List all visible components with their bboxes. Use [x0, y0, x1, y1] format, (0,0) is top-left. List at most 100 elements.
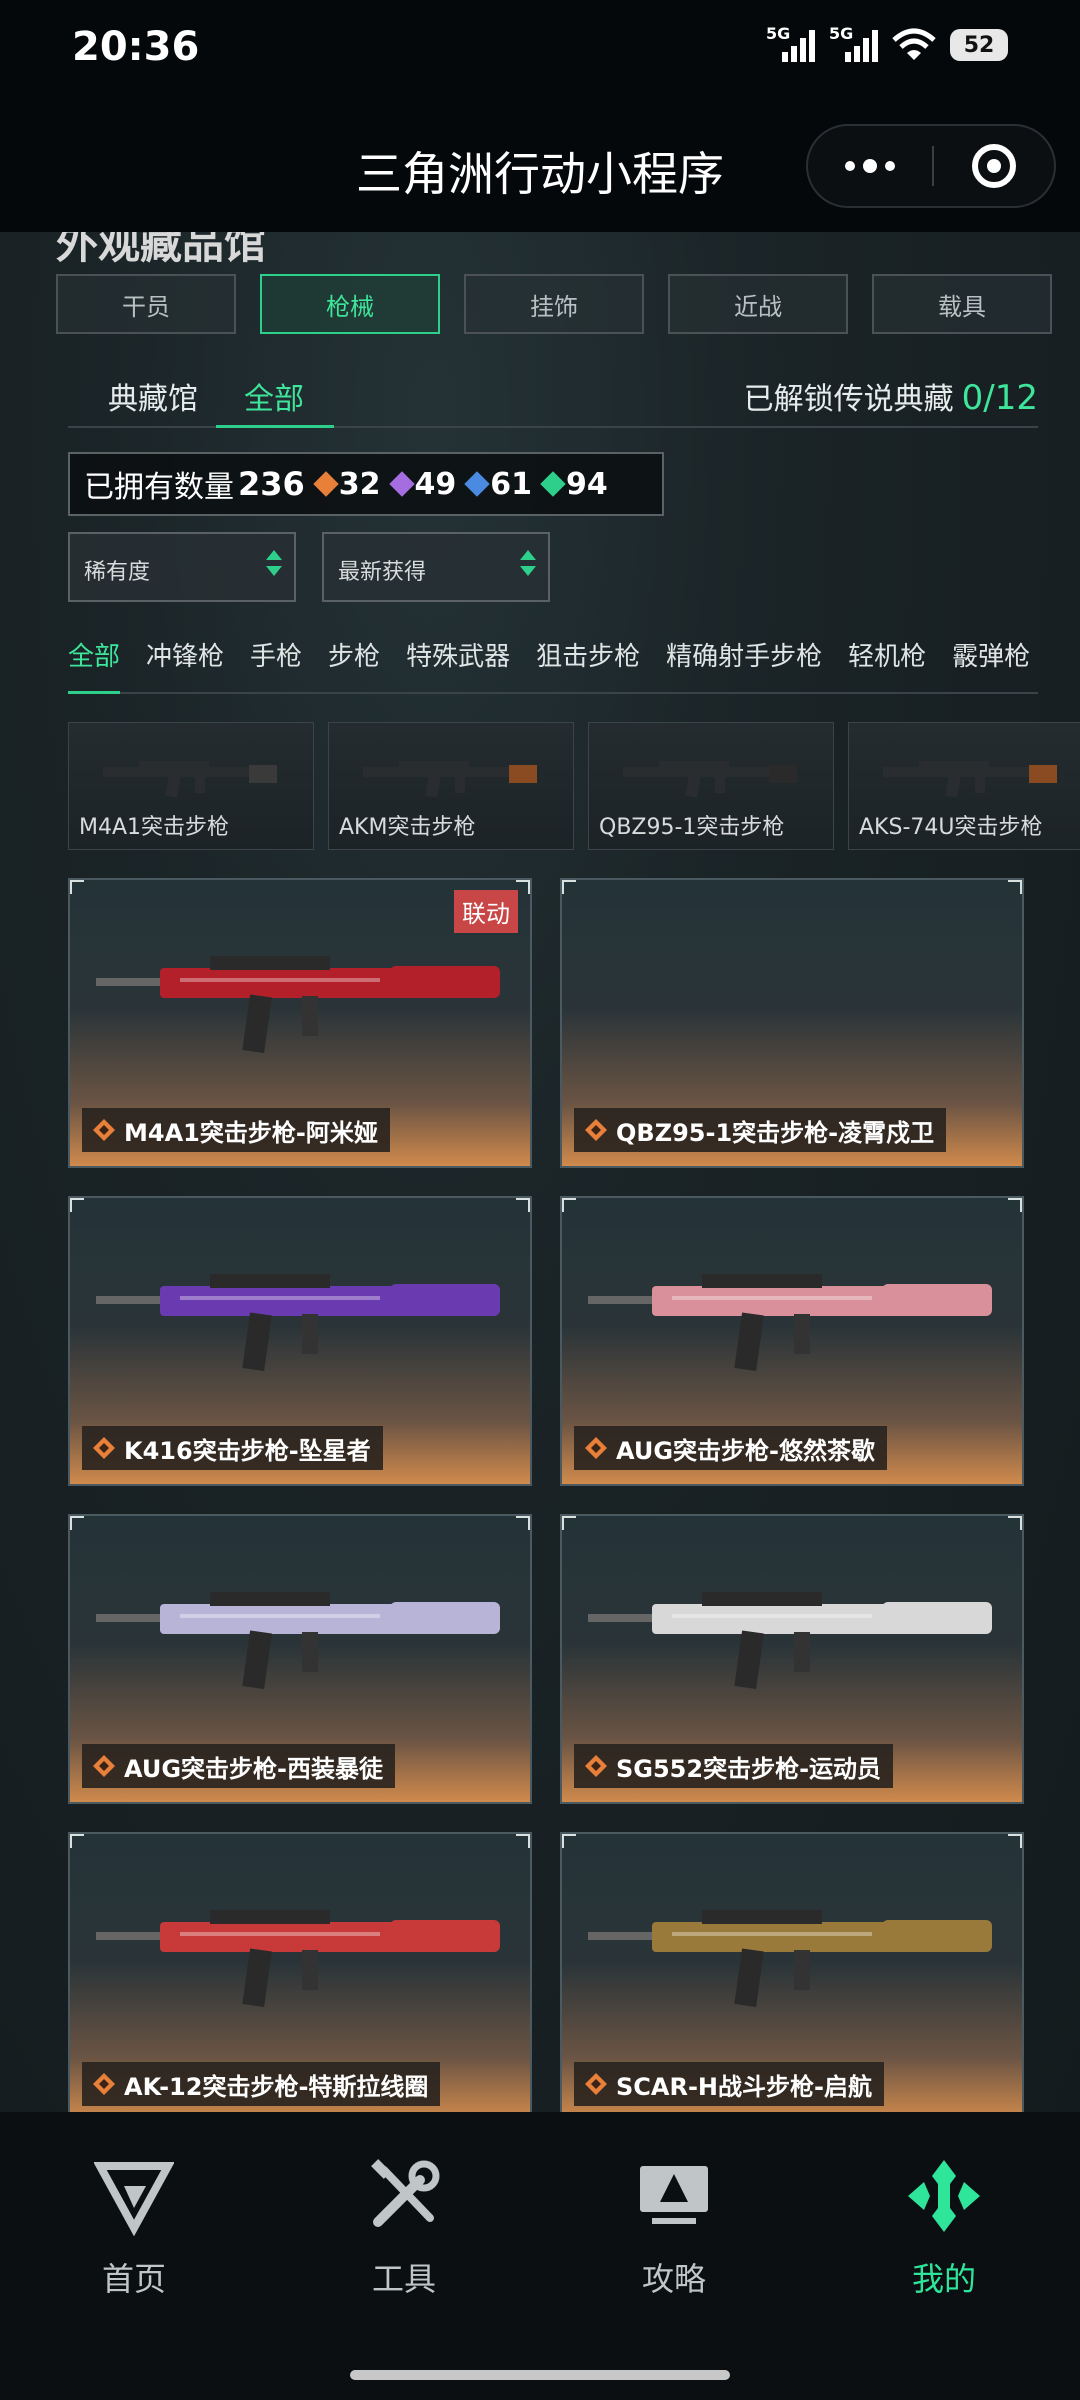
base-weapon-card[interactable]: AKS-74U突击步枪: [848, 722, 1080, 850]
network-type-label: 5G: [829, 24, 854, 43]
weapon-type-tab[interactable]: 特殊武器: [406, 624, 510, 692]
card-corner: [562, 1198, 576, 1212]
close-mini-program-button[interactable]: [934, 144, 1054, 188]
category-tab[interactable]: 枪械: [260, 274, 440, 334]
skin-name-label: SG552突击步枪-运动员: [574, 1744, 894, 1788]
wifi-icon: [892, 28, 936, 60]
category-tab[interactable]: 干员: [56, 274, 236, 334]
weapon-skin-card[interactable]: AUG突击步枪-悠然茶歇: [560, 1196, 1024, 1486]
rarity-diamond-icon: [464, 471, 491, 497]
weapon-skin-card[interactable]: SG552突击步枪-运动员: [560, 1514, 1024, 1804]
card-corner: [516, 880, 530, 894]
weapon-type-tab[interactable]: 狙击步枪: [536, 624, 640, 692]
weapon-skin-image: [582, 1874, 1006, 2024]
weapon-skin-image: [90, 920, 514, 1070]
nav-tools[interactable]: 工具: [304, 2156, 504, 2300]
weapon-skin-image: [582, 1556, 1006, 1706]
card-corner: [562, 1516, 576, 1530]
status-bar: 20:36 5G 5G 52: [0, 0, 1080, 100]
base-weapon-name: AKM突击步枪: [339, 815, 476, 840]
card-corner: [1008, 1516, 1022, 1530]
weapon-skin-image: [90, 1238, 514, 1388]
card-corner: [70, 1516, 84, 1530]
category-tab[interactable]: 近战: [668, 274, 848, 334]
weapon-type-tab[interactable]: 精确射手步枪: [666, 624, 822, 692]
category-tab[interactable]: 载具: [872, 274, 1052, 334]
legendary-rarity-icon: [93, 1119, 115, 1141]
tab-all[interactable]: 全部: [244, 374, 304, 418]
base-weapon-row[interactable]: M4A1突击步枪 AKM突击步枪 QBZ95-1突击步枪 AKS-74U突击步枪: [68, 722, 1080, 850]
nav-label: 首页: [101, 2260, 166, 2298]
base-weapon-card[interactable]: QBZ95-1突击步枪: [588, 722, 834, 850]
tab-collection-hall[interactable]: 典藏馆: [108, 374, 198, 418]
battery-icon: 52: [950, 29, 1008, 61]
rarity-dropdown[interactable]: 稀有度: [68, 532, 296, 602]
weapon-skin-card[interactable]: AK-12突击步枪-特斯拉线圈: [68, 1832, 532, 2112]
base-weapon-card[interactable]: M4A1突击步枪: [68, 722, 314, 850]
base-weapon-name: QBZ95-1突击步枪: [599, 815, 785, 840]
card-corner: [562, 880, 576, 894]
nav-label: 工具: [371, 2260, 436, 2298]
weapon-image: [879, 743, 1059, 803]
owned-total: 236: [238, 465, 305, 503]
skin-name: M4A1突击步枪-阿米娅: [124, 1118, 378, 1147]
collab-badge: 联动: [454, 890, 518, 933]
rarity-count-value: 61: [490, 466, 533, 502]
skin-name: SCAR-H战斗步枪-启航: [616, 2072, 872, 2101]
weapon-skin-card[interactable]: K416突击步枪-坠星者: [68, 1196, 532, 1486]
legendary-rarity-icon: [585, 2073, 607, 2095]
more-options-button[interactable]: [808, 126, 932, 206]
status-icons: 5G 5G 52: [766, 24, 1008, 62]
card-corner: [1008, 1198, 1022, 1212]
weapon-skin-card[interactable]: SCAR-H战斗步枪-启航: [560, 1832, 1024, 2112]
weapon-type-tabs: 全部 冲锋枪 手枪 步枪 特殊武器 狙击步枪 精确射手步枪 轻机枪 霰弹枪: [68, 624, 1038, 694]
dot-icon: [885, 161, 895, 171]
card-corner: [516, 1516, 530, 1530]
weapon-type-tab[interactable]: 轻机枪: [848, 624, 926, 692]
nav-label: 攻略: [641, 2260, 706, 2298]
home-indicator[interactable]: [350, 2370, 730, 2380]
nav-home[interactable]: 首页: [34, 2156, 234, 2300]
weapon-skin-card[interactable]: QBZ95-1突击步枪-凌霄戍卫: [560, 878, 1024, 1168]
weapon-type-tab[interactable]: 步枪: [328, 624, 380, 692]
skin-name: AUG突击步枪-西装暴徒: [124, 1754, 383, 1783]
weapon-type-tab[interactable]: 冲锋枪: [146, 624, 224, 692]
sub-tabs: 典藏馆 全部 已解锁传说典藏 0/12: [68, 360, 1038, 428]
skin-name-label: M4A1突击步枪-阿米娅: [82, 1108, 390, 1152]
rarity-count: 32: [313, 466, 381, 502]
signal-icon: 5G: [829, 24, 878, 62]
profile-logo-icon: [908, 2160, 980, 2232]
nav-profile[interactable]: 我的: [844, 2156, 1044, 2300]
network-type-label: 5G: [766, 24, 791, 43]
rarity-count-value: 32: [338, 466, 381, 502]
weapon-skin-card[interactable]: AUG突击步枪-西装暴徒: [68, 1514, 532, 1804]
skin-name-label: K416突击步枪-坠星者: [82, 1426, 383, 1470]
weapon-skin-card[interactable]: 联动 M4A1突击步枪-阿米娅: [68, 878, 532, 1168]
weapon-type-tab[interactable]: 霰弹枪: [952, 624, 1030, 692]
guide-icon: [640, 2166, 708, 2224]
rarity-count: 94: [540, 467, 608, 502]
base-weapon-name: M4A1突击步枪: [79, 815, 230, 840]
collection-content[interactable]: 外观藏品馆 干员 枪械 挂饰 近战 载具 典藏馆 全部 已解锁传说典藏 0/12 已拥有数…: [0, 232, 1080, 2112]
sort-dropdown-label: 最新获得: [338, 560, 427, 585]
nav-guide[interactable]: 攻略: [574, 2156, 774, 2300]
base-weapon-card[interactable]: AKM突击步枪: [328, 722, 574, 850]
sort-arrows-icon: [520, 550, 536, 586]
nav-label: 我的: [911, 2260, 976, 2298]
skin-name: AUG突击步枪-悠然茶歇: [616, 1436, 875, 1465]
card-corner: [70, 880, 84, 894]
weapon-type-tab[interactable]: 全部: [68, 624, 121, 694]
category-tabs: 干员 枪械 挂饰 近战 载具: [56, 274, 1052, 334]
skin-name-label: AUG突击步枪-西装暴徒: [82, 1744, 395, 1788]
legendary-rarity-icon: [93, 1437, 115, 1459]
category-tab[interactable]: 挂饰: [464, 274, 644, 334]
unlock-count: 0/12: [961, 378, 1038, 418]
weapon-type-tab[interactable]: 手枪: [250, 624, 302, 692]
weapon-image: [99, 743, 279, 803]
sort-dropdown[interactable]: 最新获得: [322, 532, 550, 602]
status-time: 20:36: [72, 24, 200, 70]
weapon-image: [619, 743, 799, 803]
weapon-skin-image: [90, 1556, 514, 1706]
card-corner: [70, 1834, 84, 1848]
card-corner: [1008, 1834, 1022, 1848]
